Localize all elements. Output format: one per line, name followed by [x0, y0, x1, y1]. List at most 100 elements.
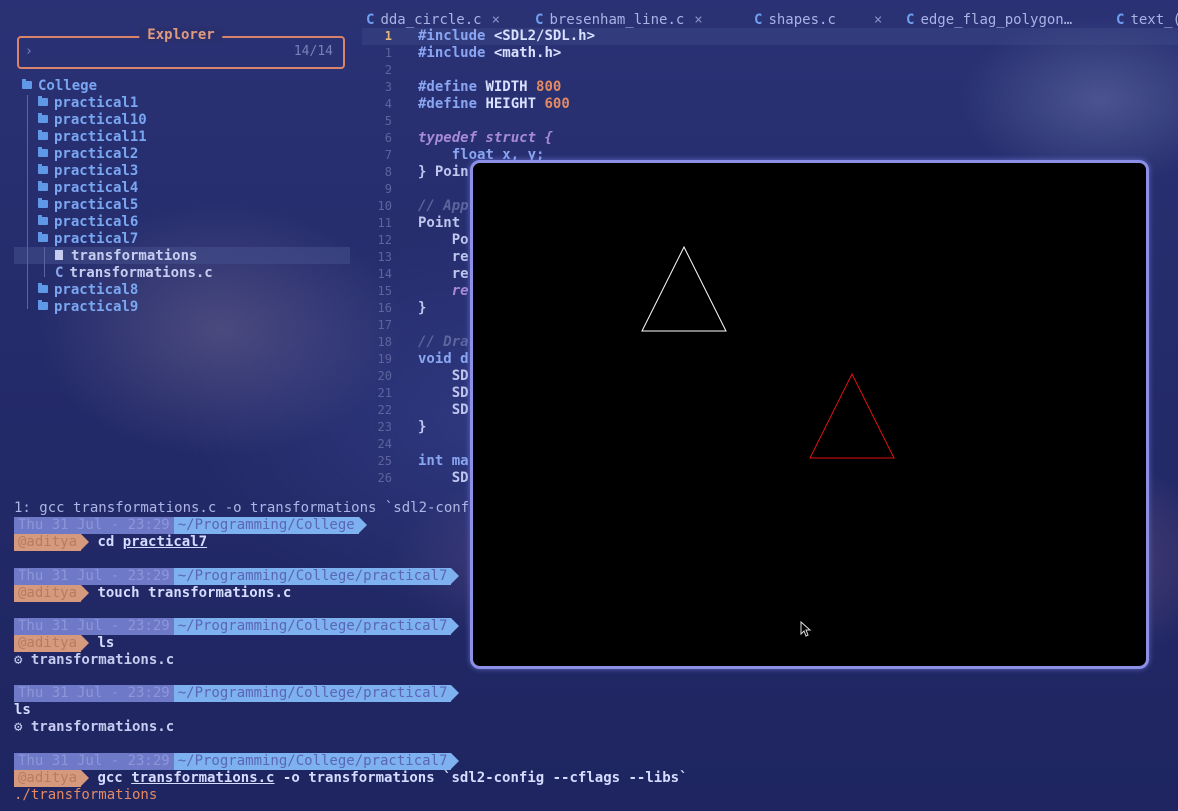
explorer-search-box[interactable]: Explorer › 14/14 — [17, 27, 345, 69]
folder-icon — [38, 164, 48, 174]
tree-item-practical10[interactable]: practical10 — [38, 112, 147, 129]
line-number: 3 — [384, 80, 392, 94]
line-number: 16 — [377, 301, 392, 315]
code-line-2[interactable]: #include <math.h> — [418, 45, 561, 62]
line-number: 4 — [384, 97, 392, 111]
tree-item-practical7[interactable]: practical7 — [38, 231, 138, 248]
c-file-icon: C — [535, 12, 544, 28]
line-number: 18 — [377, 335, 392, 349]
line-number: 8 — [384, 165, 392, 179]
folder-icon — [38, 283, 48, 293]
prompt-status-line: Thu 31 Jul - 23:29 ~/Programming/College/… — [14, 685, 460, 702]
code-line-13[interactable]: Po — [418, 232, 469, 249]
explorer-title: Explorer — [139, 27, 223, 43]
line-number: 1 — [384, 29, 392, 43]
tree-guide-nested — [44, 247, 45, 277]
tree-item-practical4[interactable]: practical4 — [38, 180, 138, 197]
explorer-prompt-icon: › — [25, 44, 33, 59]
tree-root-college[interactable]: College — [22, 78, 97, 95]
white-triangle — [641, 245, 727, 332]
code-line-7[interactable]: typedef struct { — [418, 130, 553, 147]
tree-item-transformations-c[interactable]: Ctransformations.c — [55, 265, 213, 282]
c-file-icon: C — [1116, 12, 1125, 28]
code-line-1[interactable]: #include <SDL2/SDL.h> — [418, 28, 595, 45]
code-line-20[interactable]: void d — [418, 351, 469, 368]
mouse-cursor-icon — [800, 620, 812, 637]
tab-dda-circle[interactable]: Cdda_circle.c × — [366, 10, 500, 30]
code-line-26[interactable]: int ma — [418, 453, 469, 470]
prompt-command-line[interactable]: ls — [14, 702, 31, 719]
tree-item-transformations[interactable]: transformations — [55, 248, 197, 265]
line-number: 22 — [377, 403, 392, 417]
prompt-command-line[interactable]: @aditya ls — [14, 635, 114, 652]
terminal-job-title: 1: gcc transformations.c -o transformati… — [14, 500, 470, 516]
sdl-output-window[interactable] — [470, 160, 1149, 669]
folder-open-icon — [38, 232, 48, 242]
terminal-output: ⚙ transformations.c — [14, 719, 175, 735]
code-line-5[interactable]: #define HEIGHT 600 — [418, 96, 570, 113]
tree-item-practical11[interactable]: practical11 — [38, 129, 147, 146]
code-line-27[interactable]: SD — [418, 470, 469, 487]
line-number: 14 — [377, 267, 392, 281]
file-icon — [55, 250, 63, 260]
line-number: 6 — [384, 131, 392, 145]
line-number: 13 — [377, 250, 392, 264]
line-number: 19 — [377, 352, 392, 366]
terminal-output: ./transformations — [14, 787, 158, 803]
line-number: 12 — [377, 233, 392, 247]
tree-guide — [27, 95, 28, 309]
tree-item-practical3[interactable]: practical3 — [38, 163, 138, 180]
tab-bresenham-line[interactable]: Cbresenham_line.c × — [535, 10, 703, 30]
red-triangle — [809, 372, 895, 459]
close-icon[interactable]: × — [874, 12, 882, 28]
code-line-14[interactable]: re — [418, 249, 469, 266]
close-icon[interactable]: × — [492, 12, 500, 28]
code-line-16[interactable]: re — [418, 283, 469, 300]
code-line-4[interactable]: #define WIDTH 800 — [418, 79, 561, 96]
tree-item-practical1[interactable]: practical1 — [38, 95, 138, 112]
prompt-command-line[interactable]: @aditya touch transformations.c — [14, 585, 291, 602]
code-line-24[interactable]: } — [418, 419, 426, 436]
tab-text[interactable]: Ctext_( — [1116, 10, 1178, 30]
tree-item-practical2[interactable]: practical2 — [38, 146, 138, 163]
line-number: 15 — [377, 284, 392, 298]
prompt-status-line: Thu 31 Jul - 23:29 ~/Programming/College — [14, 517, 367, 534]
folder-icon — [38, 181, 48, 191]
folder-icon — [38, 113, 48, 123]
code-line-15[interactable]: re — [418, 266, 469, 283]
code-line-12[interactable]: Point — [418, 215, 469, 232]
code-line-22[interactable]: SD — [418, 385, 469, 402]
code-line-11[interactable]: // App — [418, 198, 469, 215]
code-line-19[interactable]: // Dra — [418, 334, 469, 351]
folder-icon — [38, 130, 48, 140]
folder-icon — [38, 198, 48, 208]
tab-edge-flag-polygon[interactable]: Cedge_flag_polygon… — [906, 10, 1072, 30]
code-line-23[interactable]: SD — [418, 402, 469, 419]
c-file-icon: C — [754, 12, 763, 28]
close-icon[interactable]: × — [694, 12, 702, 28]
folder-icon — [38, 147, 48, 157]
line-number: 25 — [377, 454, 392, 468]
tree-item-practical6[interactable]: practical6 — [38, 214, 138, 231]
c-file-icon: C — [906, 12, 915, 28]
line-number: 23 — [377, 420, 392, 434]
line-number: 17 — [377, 318, 392, 332]
folder-icon — [38, 96, 48, 106]
code-line-9[interactable]: } Poin — [418, 164, 469, 181]
tree-item-practical9[interactable]: practical9 — [38, 299, 138, 316]
tree-item-practical5[interactable]: practical5 — [38, 197, 138, 214]
line-number: 20 — [377, 369, 392, 383]
folder-icon — [38, 300, 48, 310]
code-line-21[interactable]: SD — [418, 368, 469, 385]
prompt-command-line[interactable]: @aditya gcc transformations.c -o transfo… — [14, 770, 688, 787]
prompt-command-line[interactable]: @aditya cd practical7 — [14, 534, 207, 551]
folder-open-icon — [22, 79, 32, 89]
line-number: 1 — [384, 46, 392, 60]
prompt-status-line: Thu 31 Jul - 23:29 ~/Programming/College/… — [14, 753, 460, 770]
code-line-17[interactable]: } — [418, 300, 426, 317]
folder-icon — [38, 215, 48, 225]
line-number: 26 — [377, 471, 392, 485]
tab-shapes[interactable]: Cshapes.c × — [754, 10, 882, 30]
terminal-output: ⚙ transformations.c — [14, 652, 175, 668]
tree-item-practical8[interactable]: practical8 — [38, 282, 138, 299]
